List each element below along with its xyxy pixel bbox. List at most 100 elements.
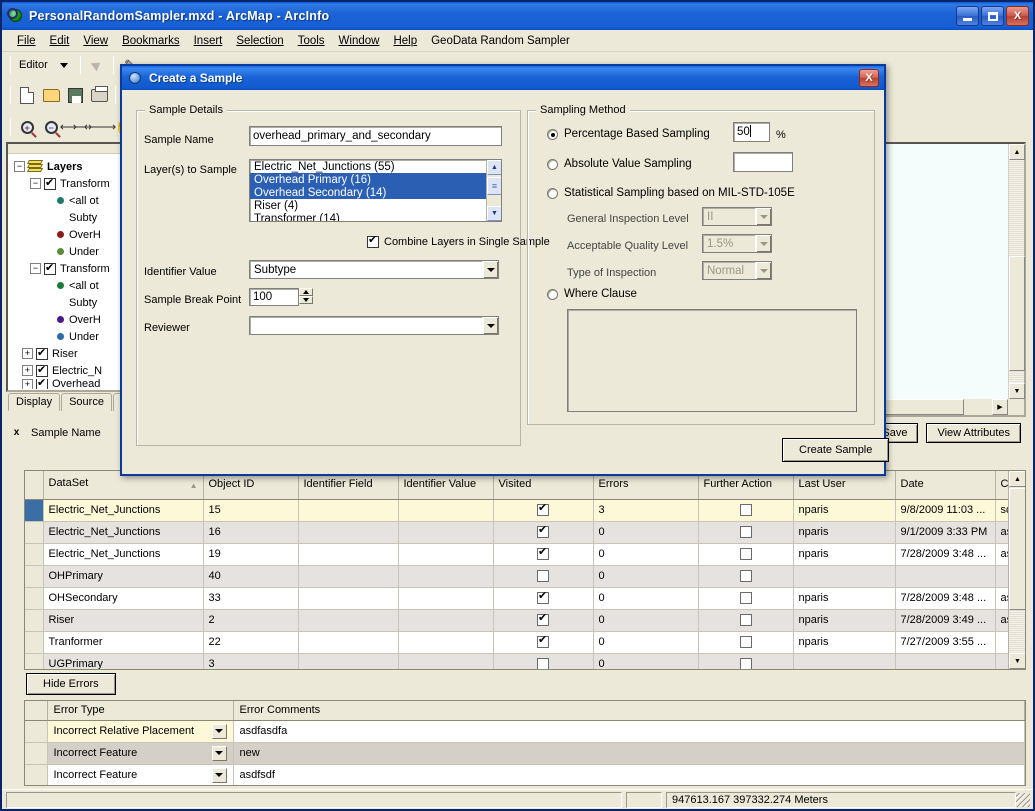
cell-error-type[interactable]: Incorrect Feature xyxy=(47,742,234,765)
tab-display[interactable]: Display xyxy=(8,393,61,411)
layer-visibility-checkbox[interactable] xyxy=(36,379,48,389)
menu-file[interactable]: File xyxy=(10,33,43,49)
close-button[interactable]: X xyxy=(1006,6,1029,26)
row-selector[interactable] xyxy=(25,609,44,632)
statistical-sampling-radio-row[interactable]: Statistical Sampling based on MIL-STD-10… xyxy=(547,187,795,199)
further-action-checkbox[interactable] xyxy=(739,526,752,538)
save-disk-icon[interactable] xyxy=(63,84,87,106)
sample-break-point-input[interactable] xyxy=(249,288,299,306)
table-row[interactable]: Riser 2 0 nparis 7/28/2009 3:49 ... as..… xyxy=(25,609,1025,632)
layer-list-item[interactable]: Overhead Secondary (14) xyxy=(250,186,501,199)
minimize-button[interactable] xyxy=(956,6,979,26)
cell-dataset[interactable]: OHSecondary xyxy=(43,587,204,610)
combine-layers-checkbox-row[interactable]: Combine Layers in Single Sample xyxy=(367,233,550,248)
cell-visited[interactable] xyxy=(493,631,594,654)
cell-last-user[interactable]: nparis xyxy=(793,631,896,654)
cell-errors[interactable]: 0 xyxy=(593,653,699,669)
row-selector[interactable] xyxy=(25,499,44,522)
cell-object-id[interactable]: 2 xyxy=(203,609,299,632)
further-action-checkbox[interactable] xyxy=(739,658,752,669)
toc-node-10[interactable]: + Riser xyxy=(12,345,126,362)
chevron-down-icon[interactable] xyxy=(482,261,498,278)
table-row[interactable]: Electric_Net_Junctions 19 0 nparis 7/28/… xyxy=(25,543,1025,566)
cell-error-comments[interactable]: new xyxy=(233,742,1025,765)
cell-object-id[interactable]: 19 xyxy=(203,543,299,566)
cell-date[interactable]: 7/28/2009 3:48 ... xyxy=(895,543,996,566)
error-row[interactable]: Incorrect Feature new xyxy=(25,742,1025,765)
column-header-error-comments[interactable]: Error Comments xyxy=(233,701,1025,721)
cell-visited[interactable] xyxy=(493,565,594,588)
table-of-contents-panel[interactable]: − Layers − Transform <all ot Subty Over xyxy=(6,142,130,392)
absolute-value-sampling-radio[interactable] xyxy=(547,158,558,170)
toc-node-9[interactable]: Under xyxy=(12,328,126,345)
where-clause-textarea[interactable] xyxy=(567,309,857,412)
layer-list-item[interactable]: Overhead Primary (16) xyxy=(250,173,501,186)
errors-row-selector[interactable] xyxy=(25,742,48,765)
cell-visited[interactable] xyxy=(493,653,594,669)
create-sample-dialog[interactable]: Create a Sample X Sample Details Sample … xyxy=(120,64,890,476)
visited-checkbox[interactable] xyxy=(537,611,549,626)
toc-node-4[interactable]: Under xyxy=(12,243,126,260)
error-row[interactable]: Incorrect Relative Placement asdfasdfa xyxy=(25,720,1025,743)
layer-list-item[interactable]: Electric_Net_Junctions (55) xyxy=(250,160,501,173)
error-row[interactable]: Incorrect Feature asdfsdf xyxy=(25,764,1025,785)
percentage-based-sampling-radio[interactable] xyxy=(547,128,558,140)
cell-further-action[interactable] xyxy=(698,499,794,522)
sample-name-input[interactable] xyxy=(249,126,502,146)
menu-view[interactable]: View xyxy=(76,33,115,49)
table-row[interactable]: Electric_Net_Junctions 16 0 nparis 9/1/2… xyxy=(25,521,1025,544)
visited-checkbox[interactable] xyxy=(537,633,549,648)
row-selector[interactable] xyxy=(25,521,44,544)
cell-visited[interactable] xyxy=(493,609,594,632)
toc-node-5[interactable]: − Transform xyxy=(12,260,126,277)
cell-identifier-value[interactable] xyxy=(398,521,494,544)
cell-errors[interactable]: 0 xyxy=(593,609,699,632)
absolute-value-input[interactable] xyxy=(733,152,793,172)
row-selector[interactable] xyxy=(25,653,44,669)
cell-identifier-field[interactable] xyxy=(298,609,399,632)
cell-last-user[interactable]: nparis xyxy=(793,609,896,632)
toc-node-1[interactable]: <all ot xyxy=(12,192,126,209)
visited-checkbox[interactable] xyxy=(537,523,549,538)
menu-selection[interactable]: Selection xyxy=(229,33,290,49)
cell-date[interactable]: 9/1/2009 3:33 PM xyxy=(895,521,996,544)
cell-error-comments[interactable]: asdfsdf xyxy=(233,764,1025,785)
where-clause-radio-row[interactable]: Where Clause xyxy=(547,288,637,300)
visited-checkbox[interactable] xyxy=(537,545,549,560)
layer-list-item[interactable]: Transformer (14) xyxy=(250,212,501,221)
scrollbar-thumb[interactable]: ≡ xyxy=(487,177,501,195)
table-row[interactable]: OHPrimary 40 0 xyxy=(25,565,1025,588)
layer-visibility-checkbox[interactable] xyxy=(36,363,48,377)
visited-checkbox[interactable] xyxy=(537,501,549,516)
cell-dataset[interactable]: Electric_Net_Junctions xyxy=(43,543,204,566)
zoom-in-icon[interactable]: + xyxy=(15,116,39,138)
chevron-down-icon[interactable] xyxy=(211,723,227,739)
menu-help[interactable]: Help xyxy=(386,33,424,49)
cell-errors[interactable]: 0 xyxy=(593,521,699,544)
cell-dataset[interactable]: Electric_Net_Junctions xyxy=(43,499,204,522)
stepper-up-icon[interactable] xyxy=(299,288,313,296)
further-action-checkbox[interactable] xyxy=(739,636,752,648)
menu-window[interactable]: Window xyxy=(332,33,387,49)
stepper-buttons[interactable] xyxy=(299,288,313,306)
collapse-icon[interactable]: − xyxy=(30,178,41,189)
table-row[interactable]: Electric_Net_Junctions 15 3 nparis 9/8/2… xyxy=(25,499,1025,522)
cell-dataset[interactable]: Riser xyxy=(43,609,204,632)
sample-panel-close-icon[interactable]: x xyxy=(10,427,23,440)
grid-vertical-scrollbar[interactable]: ▲ ▼ xyxy=(1008,471,1025,669)
cell-last-user[interactable]: nparis xyxy=(793,521,896,544)
errors-row-selector[interactable] xyxy=(25,764,48,785)
cell-last-user[interactable]: nparis xyxy=(793,587,896,610)
expand-icon[interactable]: + xyxy=(22,379,33,389)
cell-visited[interactable] xyxy=(493,587,594,610)
cell-further-action[interactable] xyxy=(698,609,794,632)
cell-date[interactable] xyxy=(895,565,996,588)
percentage-value-input[interactable]: 50 xyxy=(733,122,770,142)
where-clause-radio[interactable] xyxy=(547,288,558,300)
cell-identifier-field[interactable] xyxy=(298,565,399,588)
create-sample-button[interactable]: Create Sample xyxy=(782,438,890,462)
expand-icon[interactable]: + xyxy=(22,348,33,359)
cell-identifier-field[interactable] xyxy=(298,499,399,522)
row-selector[interactable] xyxy=(25,631,44,654)
cell-identifier-field[interactable] xyxy=(298,543,399,566)
